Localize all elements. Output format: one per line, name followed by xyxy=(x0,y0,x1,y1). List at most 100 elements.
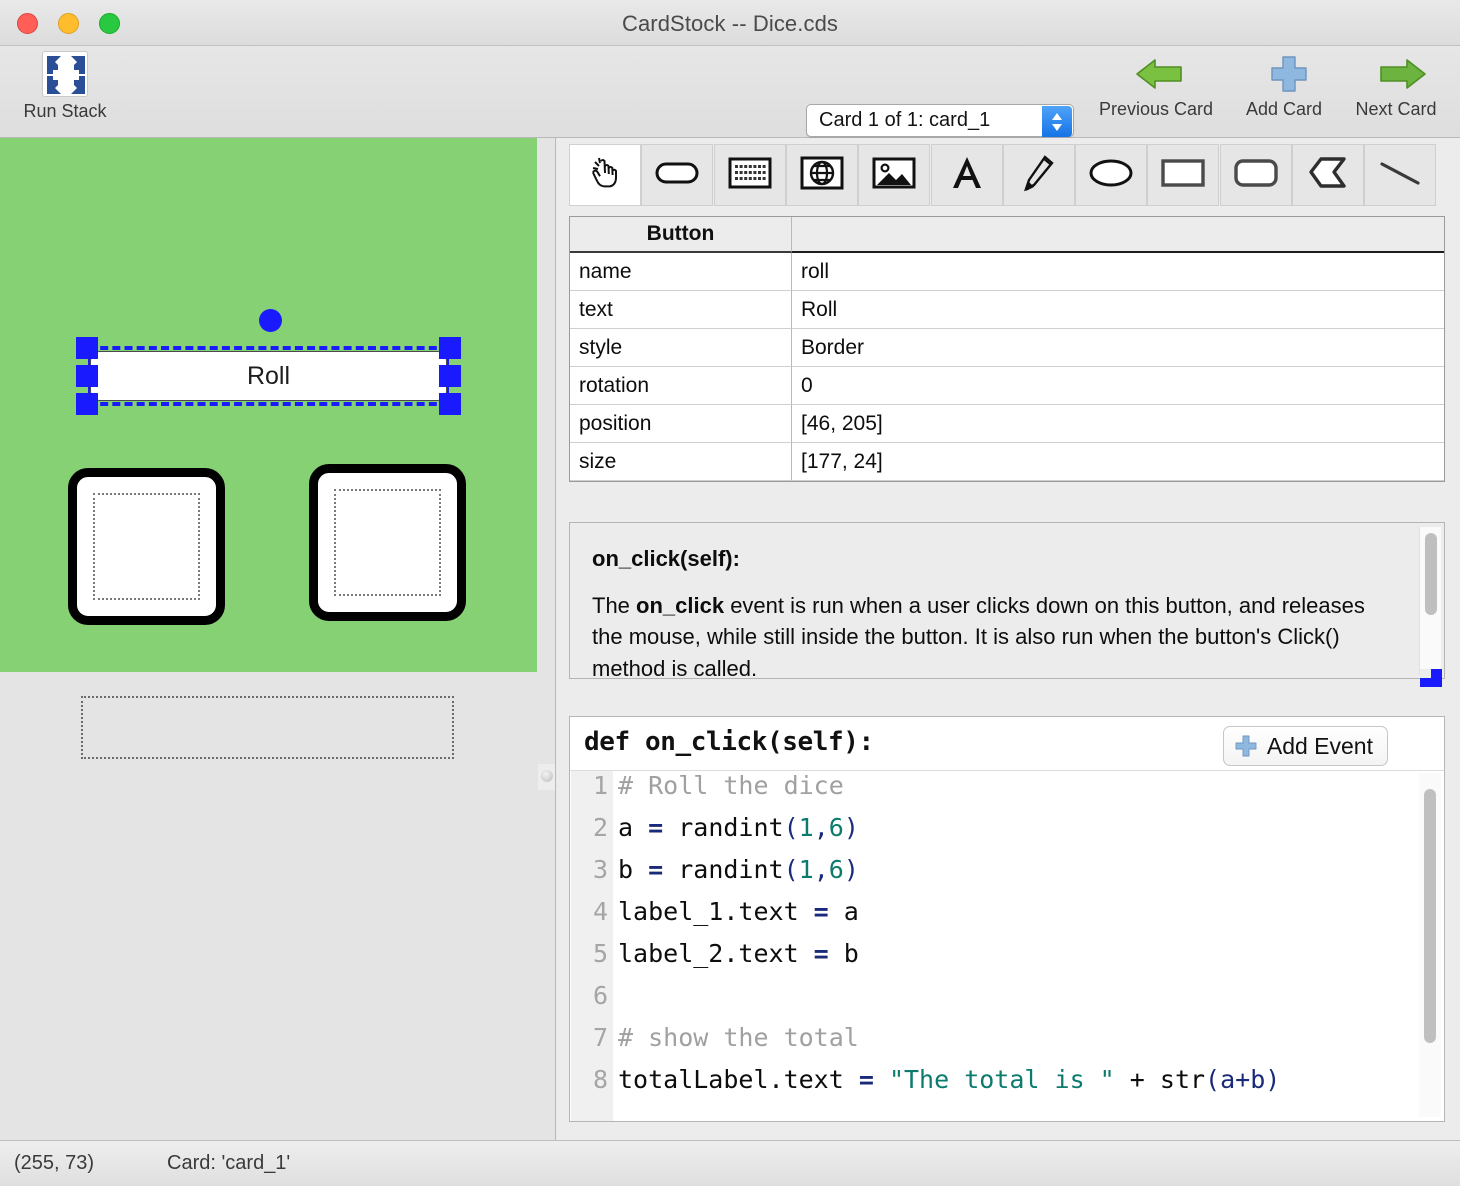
event-handler-signature: def on_click(self): xyxy=(584,727,874,757)
line-icon xyxy=(1377,158,1423,193)
doc-paragraph-bold: on_click xyxy=(636,593,725,619)
resize-handle-left[interactable] xyxy=(76,365,98,387)
resize-handle-top-left[interactable] xyxy=(76,337,98,359)
selected-button-group[interactable]: Roll xyxy=(76,309,461,415)
card-selector-value: Card 1 of 1: card_1 xyxy=(819,109,991,131)
button-tool[interactable] xyxy=(641,144,714,206)
status-card: Card: 'card_1' xyxy=(167,1152,291,1174)
property-row[interactable]: text Roll xyxy=(570,291,1444,329)
text-field-tool[interactable] xyxy=(713,144,786,206)
previous-card-button[interactable]: Previous Card xyxy=(1088,51,1224,120)
total-label-placeholder[interactable] xyxy=(81,696,454,759)
documentation-text: on_click(self): The on_click event is ru… xyxy=(592,543,1392,684)
property-value[interactable]: [177, 24] xyxy=(792,443,1444,481)
image-tool[interactable] xyxy=(858,144,931,206)
property-value[interactable]: Border xyxy=(792,329,1444,367)
property-row[interactable]: size [177, 24] xyxy=(570,443,1444,481)
oval-tool[interactable] xyxy=(1075,144,1148,206)
rounded-pill-icon xyxy=(655,159,699,192)
card-canvas-area: Roll xyxy=(0,138,556,1140)
next-card-button[interactable]: Next Card xyxy=(1342,51,1450,120)
resize-handle-bottom-left[interactable] xyxy=(76,393,98,415)
code-line[interactable]: 3 b = randint(1,6) xyxy=(570,855,1400,897)
documentation-resize-handle[interactable] xyxy=(1420,669,1442,687)
resize-handle-top-right[interactable] xyxy=(439,337,461,359)
code-editor-header: def on_click(self): Add Event xyxy=(570,717,1444,771)
property-value[interactable]: roll xyxy=(792,253,1444,291)
rect-tool[interactable] xyxy=(1147,144,1220,206)
card-selector-combo[interactable]: Card 1 of 1: card_1 xyxy=(806,104,1074,137)
tool-palette xyxy=(569,144,1445,206)
run-stack-icon xyxy=(42,51,88,97)
run-stack-button[interactable]: Run Stack xyxy=(14,51,116,122)
code-line[interactable]: 7 # show the total xyxy=(570,1023,1400,1065)
window-title: CardStock -- Dice.cds xyxy=(621,11,839,36)
property-key: name xyxy=(570,253,792,291)
property-row[interactable]: name roll xyxy=(570,253,1444,291)
code-line-text: b = randint(1,6) xyxy=(618,855,859,884)
polygon-icon xyxy=(1307,156,1349,195)
panel-splitter-grip[interactable] xyxy=(538,764,555,790)
main-toolbar: Run Stack Card 1 of 1: card_1 Previous C… xyxy=(0,46,1460,138)
die-2[interactable] xyxy=(309,464,466,621)
card-selector-stepper[interactable] xyxy=(1042,106,1072,137)
left-arrow-icon xyxy=(1131,51,1182,97)
documentation-panel: on_click(self): The on_click event is ru… xyxy=(569,522,1445,687)
code-editor-panel: def on_click(self): Add Event 1 # Roll th… xyxy=(569,716,1445,1122)
text-label-tool[interactable] xyxy=(930,144,1003,206)
letter-a-icon xyxy=(947,154,987,197)
code-line[interactable]: 6 xyxy=(570,981,1400,1023)
documentation-scrollbar[interactable] xyxy=(1419,527,1441,675)
rotation-handle[interactable] xyxy=(259,309,282,332)
die-2-label-placeholder xyxy=(334,489,441,596)
hand-pointer-icon xyxy=(585,153,625,198)
add-event-label: Add Event xyxy=(1266,732,1373,759)
resize-handle-bottom-right[interactable] xyxy=(439,393,461,415)
die-1[interactable] xyxy=(68,468,225,625)
run-stack-label: Run Stack xyxy=(23,101,107,121)
property-row[interactable]: position [46, 205] xyxy=(570,405,1444,443)
text-field-icon xyxy=(728,156,772,195)
add-card-label: Add Card xyxy=(1245,99,1323,119)
pen-tool[interactable] xyxy=(1002,144,1075,206)
code-line[interactable]: 4 label_1.text = a xyxy=(570,897,1400,939)
web-view-tool[interactable] xyxy=(785,144,858,206)
property-value[interactable]: 0 xyxy=(792,367,1444,405)
oval-icon xyxy=(1088,157,1134,194)
code-editor-scrollbar[interactable] xyxy=(1419,773,1441,1117)
roll-button[interactable]: Roll xyxy=(90,351,447,401)
property-key: style xyxy=(570,329,792,367)
hand-tool[interactable] xyxy=(569,144,641,206)
code-line-number: 7 xyxy=(592,1023,608,1052)
documentation-signature: on_click(self): xyxy=(592,546,740,571)
code-content[interactable]: 1 # Roll the dice 2 a = randint(1,6) 3 b = ra… xyxy=(570,771,1400,1107)
resize-handle-right[interactable] xyxy=(439,365,461,387)
code-line-number: 2 xyxy=(592,813,608,842)
status-coordinates: (255, 73) xyxy=(14,1152,95,1174)
status-bar: (255, 73) Card: 'card_1' xyxy=(0,1140,1460,1186)
polygon-tool[interactable] xyxy=(1292,144,1364,206)
property-value[interactable]: [46, 205] xyxy=(792,405,1444,443)
add-event-button[interactable]: Add Event xyxy=(1222,726,1388,766)
property-row[interactable]: style Border xyxy=(570,329,1444,367)
property-row[interactable]: rotation 0 xyxy=(570,367,1444,405)
code-line-text: # show the total xyxy=(618,1023,859,1052)
code-line-number: 6 xyxy=(592,981,608,1010)
property-key: position xyxy=(570,405,792,443)
code-line-number: 4 xyxy=(592,897,608,926)
property-value[interactable]: Roll xyxy=(792,291,1444,329)
previous-card-label: Previous Card xyxy=(1098,99,1214,119)
code-line[interactable]: 8 totalLabel.text = "The total is " + str… xyxy=(570,1065,1400,1107)
properties-object-type: Button xyxy=(570,217,792,253)
round-rect-tool[interactable] xyxy=(1219,144,1292,206)
code-line[interactable]: 1 # Roll the dice xyxy=(570,771,1400,813)
code-line[interactable]: 5 label_2.text = b xyxy=(570,939,1400,981)
line-tool[interactable] xyxy=(1364,144,1437,206)
table-header-row: Button xyxy=(570,217,1444,253)
rounded-rect-icon xyxy=(1233,158,1279,193)
code-line-text: # Roll the dice xyxy=(618,771,844,800)
inspector-panel: Button name roll text Roll style Border rotati… xyxy=(557,138,1460,1140)
add-card-button[interactable]: Add Card xyxy=(1228,51,1340,120)
code-line-number: 5 xyxy=(592,939,608,968)
code-line[interactable]: 2 a = randint(1,6) xyxy=(570,813,1400,855)
